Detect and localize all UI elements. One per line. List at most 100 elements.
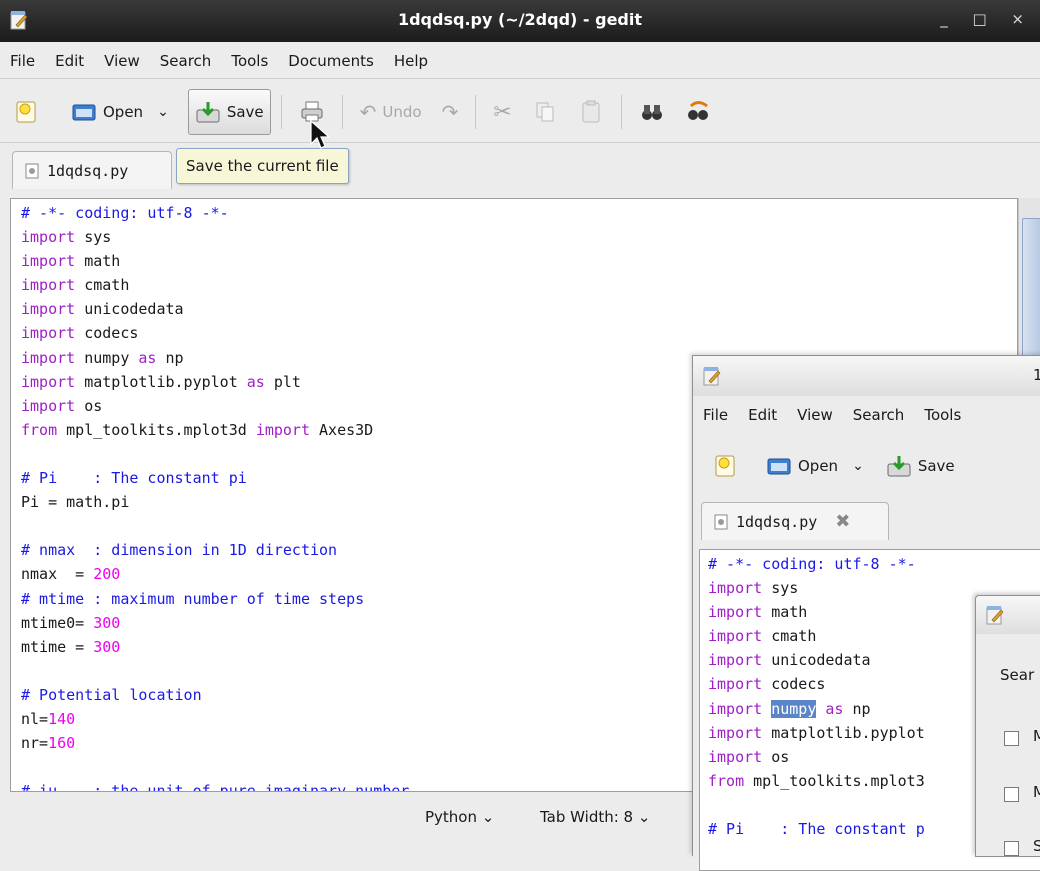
code-token: import [21, 228, 76, 247]
code-token: np [156, 348, 184, 367]
chevron-down-icon[interactable]: ⌄ [852, 458, 864, 474]
option-checkbox[interactable] [1004, 731, 1019, 746]
code-token: # Potential location [21, 685, 202, 704]
option-checkbox[interactable] [1004, 787, 1019, 802]
menu-edit[interactable]: Edit [738, 406, 787, 424]
menu-tools[interactable]: Tools [914, 406, 971, 424]
copy-icon [536, 102, 554, 122]
language-selector[interactable]: Python ⌄ [425, 808, 494, 826]
code-token: import [21, 396, 76, 415]
chevron-down-icon[interactable]: ⌄ [157, 104, 169, 120]
code-token: 160 [48, 734, 76, 753]
find-replace-button[interactable] [678, 89, 718, 135]
menu-bar: File Edit View Search Tools Documents He… [0, 44, 1040, 79]
open-label: Open [798, 457, 839, 475]
menu-help[interactable]: Help [384, 52, 438, 70]
code-token: Axes3D [310, 420, 374, 439]
window-controls[interactable]: _ □ × [940, 10, 1034, 28]
tab-label: 1dqdsq.py [47, 161, 129, 180]
scrollbar-thumb[interactable] [1022, 218, 1040, 360]
open-button[interactable]: Open ⌄ [64, 89, 176, 135]
code-token: unicodedata [75, 300, 184, 319]
option-checkbox[interactable] [1004, 841, 1019, 856]
second-window-toolbar: Open ⌄ Save [693, 436, 1040, 496]
tab-width-selector[interactable]: Tab Width: 8 ⌄ [540, 808, 650, 826]
code-token: sys [75, 228, 112, 247]
code-token: Pi = math.pi [21, 493, 130, 512]
code-token: import [21, 324, 76, 343]
toolbar-separator [475, 95, 477, 129]
option-label: M [1033, 783, 1040, 801]
save-icon [887, 456, 911, 477]
code-token: import [21, 252, 76, 271]
second-window-title: 1 [1033, 366, 1040, 384]
selected-text: numpy [771, 699, 817, 718]
code-token: nl= [21, 709, 49, 728]
save-tooltip: Save the current file [176, 148, 349, 184]
save-button[interactable]: Save [879, 443, 962, 489]
tab-1dqdsq-py[interactable]: 1dqdsq.py [12, 151, 172, 189]
option-label: M [1033, 727, 1040, 745]
search-label: Sear [1000, 666, 1035, 684]
code-token: # mtime : maximum number of time steps [21, 589, 365, 608]
second-window-title-bar: 1 [693, 356, 1040, 396]
save-button[interactable]: Save [187, 89, 271, 135]
undo-icon: ↶ [359, 100, 377, 124]
code-line: # -*- coding: utf-8 -*- [21, 201, 1017, 225]
redo-button[interactable]: ↷ [435, 89, 466, 135]
menu-view[interactable]: View [94, 52, 150, 70]
binoculars-icon [641, 105, 662, 120]
code-token: os [75, 396, 103, 415]
new-button[interactable] [705, 443, 745, 489]
code-token: # Pi : The constant pi [21, 469, 247, 488]
tab-1dqdsq-py[interactable]: 1dqdsq.py ✖ [701, 502, 889, 540]
code-line: # -*- coding: utf-8 -*- [708, 552, 1040, 576]
menu-view[interactable]: View [787, 406, 843, 424]
code-token: matplotlib.pyplot [75, 372, 247, 391]
paste-button[interactable] [571, 89, 611, 135]
code-token: codecs [762, 675, 826, 694]
menu-search[interactable]: Search [150, 52, 222, 70]
find-replace-icon [687, 101, 708, 120]
new-button[interactable] [6, 89, 46, 135]
toolbar-separator [280, 95, 282, 129]
find-button[interactable] [632, 89, 672, 135]
code-token: unicodedata [762, 651, 871, 670]
code-token: math [762, 603, 808, 622]
second-window-menu-bar: File Edit View Search Tools [693, 398, 1040, 432]
language-label: Python [425, 808, 477, 826]
gedit-app-icon [703, 367, 721, 386]
menu-search[interactable]: Search [843, 406, 915, 424]
open-label: Open [103, 103, 144, 121]
code-token: sys [762, 579, 799, 598]
save-label: Save [917, 457, 955, 475]
copy-button[interactable] [525, 89, 565, 135]
code-line: import sys [21, 225, 1017, 249]
code-token: plt [264, 372, 301, 391]
title-bar: 1dqdsq.py (~/2dqd) - gedit _ □ × [0, 0, 1040, 42]
menu-documents[interactable]: Documents [278, 52, 384, 70]
code-token: from [21, 420, 58, 439]
close-tab-icon[interactable]: ✖ [835, 511, 850, 532]
mouse-cursor-icon [310, 120, 331, 149]
undo-label: Undo [382, 103, 422, 121]
toolbar-separator [620, 95, 622, 129]
menu-file[interactable]: File [693, 406, 738, 424]
code-token: # nmax : dimension in 1D direction [21, 541, 338, 560]
menu-edit[interactable]: Edit [45, 52, 94, 70]
toolbar-separator [341, 95, 343, 129]
code-token: mpl_toolkits.mplot3 [744, 771, 925, 790]
code-token: import [708, 603, 763, 622]
code-token: as [246, 372, 265, 391]
open-button[interactable]: Open ⌄ [759, 443, 871, 489]
document-icon [25, 163, 39, 178]
undo-button[interactable]: ↶ Undo [353, 89, 429, 135]
menu-file[interactable]: File [0, 52, 45, 70]
code-token: nmax = [21, 565, 94, 584]
cut-button[interactable]: ✂ [486, 89, 518, 135]
code-token: import [21, 372, 76, 391]
code-token: cmath [75, 276, 130, 295]
code-token: codecs [75, 324, 139, 343]
menu-tools[interactable]: Tools [221, 52, 278, 70]
